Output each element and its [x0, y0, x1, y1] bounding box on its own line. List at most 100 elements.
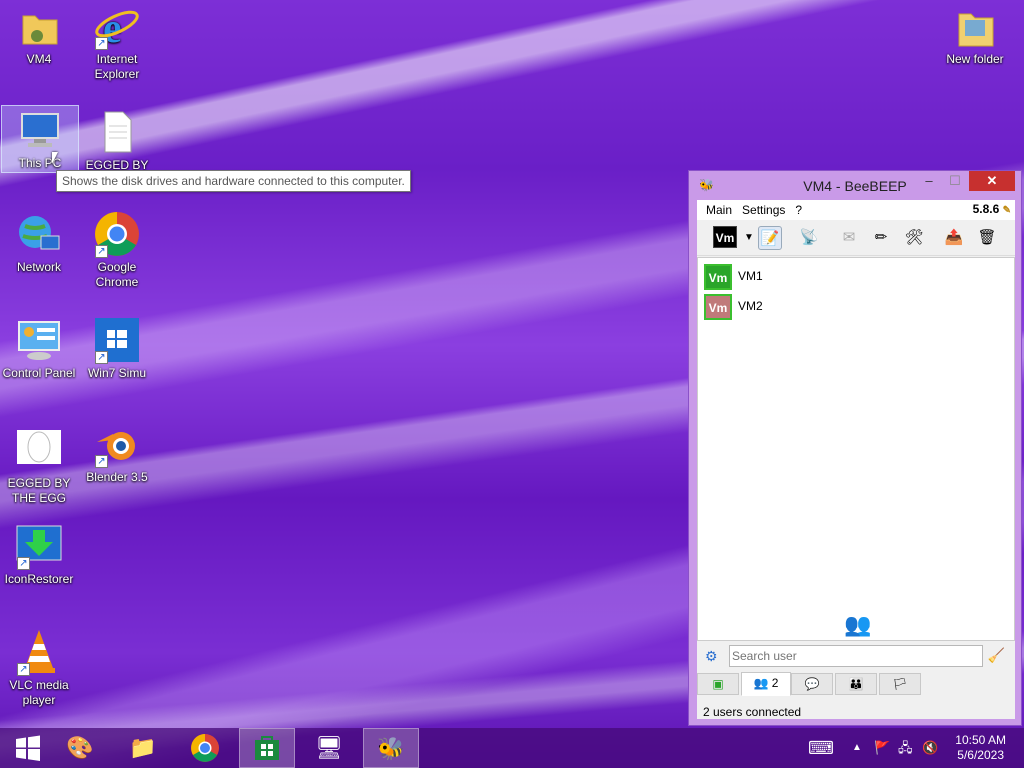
shortcut-arrow-icon: ↗	[95, 245, 108, 258]
bottom-tabs: ▣ 👥 2 💬 👪 🏳	[697, 672, 1015, 696]
desktop-icon-label: VLC media player	[9, 678, 69, 707]
desktop-icon-win7-simu[interactable]: ↗ Win7 Simu	[78, 316, 156, 381]
chrome-taskbar-icon[interactable]	[177, 728, 233, 768]
action-center-flag-icon[interactable]: 🚩	[874, 728, 890, 768]
menu-settings[interactable]: Settings	[739, 200, 792, 217]
folder-icon	[951, 2, 999, 50]
tab-shares[interactable]: 🏳	[879, 673, 921, 695]
control-panel-icon	[15, 316, 63, 364]
desktop-icon-iconrestorer[interactable]: ↗ IconRestorer	[0, 522, 78, 587]
maximize-button[interactable]: ☐	[941, 171, 969, 191]
message-icon[interactable]: ✉	[837, 226, 861, 250]
clock-date: 5/6/2023	[957, 748, 1004, 762]
desktop-icon-egged-by-the-egg[interactable]: EGGED BY THE EGG	[0, 426, 78, 506]
menu-help[interactable]: ?	[792, 200, 809, 217]
desktop-icon-label: Google Chrome	[95, 260, 139, 289]
toolbar: Vm ▼ 📝 📡 ✉ ✏ 🛠 📤 🗑	[697, 220, 1015, 256]
network-tray-icon[interactable]: 🖧	[898, 728, 913, 768]
document-icon	[93, 108, 141, 156]
show-hidden-icons-icon[interactable]: ▲	[852, 728, 862, 768]
desktop-icon-this-pc[interactable]: This PC	[1, 105, 79, 173]
file-share-icon[interactable]: 📤	[942, 226, 966, 250]
shortcut-arrow-icon: ↗	[17, 663, 30, 676]
tab-groups[interactable]: 👪	[835, 673, 877, 695]
search-row: ⚙ 🧹	[697, 641, 1015, 671]
win7-simu-icon: ↗	[93, 316, 141, 364]
user-list: Vm VM1 Vm VM2 👥	[697, 257, 1015, 641]
computer-icon	[16, 106, 64, 154]
gear-icon[interactable]: ⚙	[705, 648, 718, 665]
clear-search-icon[interactable]: 🧹	[988, 647, 1005, 664]
minimize-button[interactable]: –	[915, 171, 943, 191]
desktop-icon-label: EGGED BY THE EGG	[7, 476, 71, 505]
desktop-icon-label: Control Panel	[2, 366, 76, 380]
start-windows-icon[interactable]	[0, 728, 56, 768]
close-button[interactable]: ✕	[969, 171, 1015, 191]
folder-icon	[15, 2, 63, 50]
beebeep-taskbar-icon[interactable]: 🐝	[363, 728, 419, 768]
version-label: 5.8.6 ✎	[972, 202, 1011, 216]
users-group-icon: 👥	[844, 612, 872, 637]
status-text: 2 users connected	[703, 705, 802, 719]
compose-icon[interactable]: ✏	[869, 226, 893, 250]
user-name: VM1	[738, 269, 763, 283]
user-name: VM2	[738, 299, 763, 313]
desktop-icon-control-panel[interactable]: Control Panel	[0, 316, 78, 381]
shortcut-arrow-icon: ↗	[95, 455, 108, 468]
users-tab-icon: 👥	[753, 676, 769, 690]
mouse-cursor-icon	[52, 152, 58, 164]
desktop-icon-label: Blender 3.5	[86, 470, 148, 484]
tab-users[interactable]: 👥 2	[741, 672, 791, 696]
system-clock[interactable]: 10:50 AM 5/6/2023	[955, 733, 1006, 763]
desktop-icon-network[interactable]: Network	[0, 210, 78, 275]
tools-icon[interactable]: 🛠	[902, 226, 926, 250]
tab-chats[interactable]: 💬	[791, 673, 833, 695]
network-broadcast-icon[interactable]: 📡	[797, 226, 821, 250]
desktop-icon-google-chrome[interactable]: ↗ Google Chrome	[78, 210, 156, 290]
trash-icon[interactable]: 🗑	[975, 226, 999, 250]
shortcut-arrow-icon: ↗	[95, 351, 108, 364]
clock-time: 10:50 AM	[955, 733, 1006, 747]
desktop-icon-label: New folder	[946, 52, 1004, 66]
internet-explorer-icon: e ↗	[93, 2, 141, 52]
file-explorer-icon[interactable]: 📁	[115, 728, 171, 768]
desktop-icon-new-folder[interactable]: New folder	[936, 2, 1014, 67]
search-input[interactable]	[729, 645, 983, 667]
desktop-icon-vlc[interactable]: ↗ VLC media player	[0, 628, 78, 708]
desktop-icon-label: Internet Explorer	[94, 52, 140, 81]
taskbar: 🎨 📁 🖥 🐝 ⌨ ▲ 🚩 🖧 🔇 10:50 AM 5/6/2023	[0, 728, 1024, 768]
vlc-cone-icon: ↗	[15, 628, 63, 676]
my-status-badge[interactable]: Vm	[713, 226, 737, 248]
tab-home[interactable]: ▣	[697, 673, 739, 695]
desktop-icon-blender[interactable]: ↗ Blender 3.5	[78, 420, 156, 485]
desktop-icon-egged-by[interactable]: EGGED BY	[78, 108, 156, 173]
desktop-icon-label: This PC	[18, 156, 62, 170]
desktop-icon-internet-explorer[interactable]: e ↗ Internet Explorer	[78, 2, 156, 82]
desktop-icon-label: VM4	[26, 52, 52, 66]
desktop-icon-label: Win7 Simu	[87, 366, 146, 380]
shortcut-arrow-icon: ↗	[95, 37, 108, 50]
blender-icon: ↗	[93, 420, 141, 468]
beebeep-window[interactable]: 🐝 VM4 - BeeBEEP – ☐ ✕ Main Settings? 5.8.…	[688, 170, 1022, 726]
paint-icon[interactable]: 🎨	[52, 728, 108, 768]
desktop-icon-label: IconRestorer	[4, 572, 74, 586]
volume-muted-icon[interactable]: 🔇	[922, 728, 938, 768]
chrome-icon: ↗	[93, 210, 141, 258]
network-icon	[15, 210, 63, 258]
this-pc-tooltip: Shows the disk drives and hardware conne…	[56, 170, 411, 192]
iconrestorer-icon: ↗	[15, 522, 63, 570]
list-item[interactable]: Vm VM1	[698, 261, 1014, 291]
status-bar: 2 users connected	[697, 696, 1015, 719]
touch-keyboard-icon[interactable]: ⌨	[808, 728, 834, 768]
on-screen-keyboard-icon[interactable]: 🖥	[301, 728, 357, 768]
shortcut-arrow-icon: ↗	[17, 557, 30, 570]
store-icon[interactable]	[239, 728, 295, 768]
window-titlebar[interactable]: 🐝 VM4 - BeeBEEP – ☐ ✕	[689, 171, 1021, 199]
menu-bar: Main Settings? 5.8.6 ✎	[697, 200, 1015, 220]
profile-edit-icon[interactable]: 📝	[758, 226, 782, 250]
menu-main[interactable]: Main	[697, 200, 739, 217]
desktop-icon-vm4[interactable]: VM4	[0, 2, 78, 67]
list-item[interactable]: Vm VM2	[698, 291, 1014, 321]
user-avatar: Vm	[704, 264, 732, 290]
window-client: Main Settings? 5.8.6 ✎ Vm ▼ 📝 📡 ✉ ✏ 🛠 📤 🗑…	[697, 200, 1015, 719]
